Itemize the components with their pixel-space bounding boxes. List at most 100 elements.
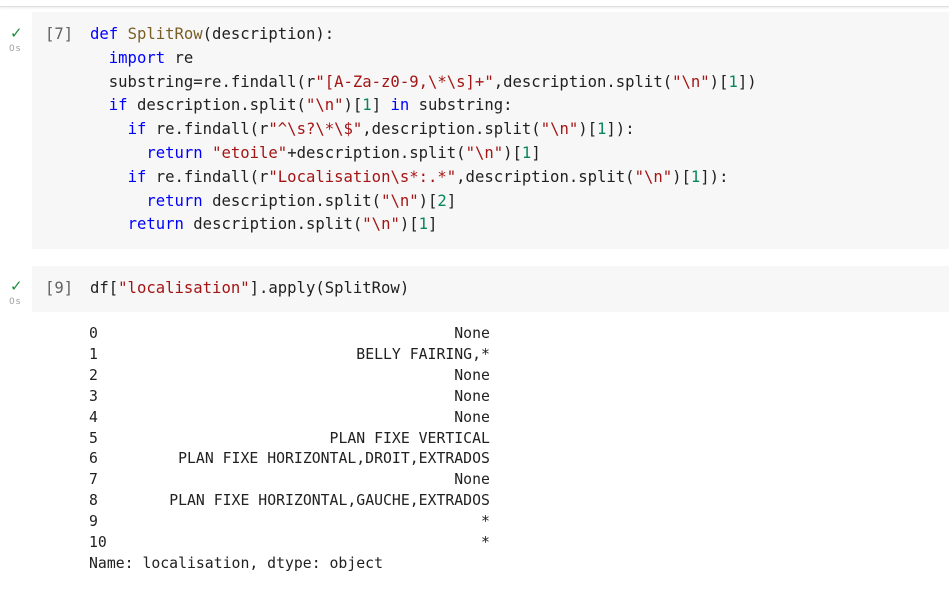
code-token: 1 [728, 72, 738, 91]
output-row-value: * [480, 534, 490, 552]
code-token: substring: [409, 96, 513, 115]
code-token: )[ [343, 96, 363, 115]
code-token: "\n" [362, 215, 400, 234]
output-row-index: 2 [89, 366, 98, 384]
execution-count: [7] [45, 25, 74, 43]
output-row-value: * [481, 513, 490, 531]
output-row: 0 None [89, 325, 490, 342]
code-token: )[ [399, 215, 419, 234]
code-token: "\n" [305, 96, 344, 115]
output-row: 7 None [89, 471, 490, 488]
output-row-index: 3 [89, 387, 98, 405]
code-token: "etoile" [202, 143, 288, 162]
code-token: 1 [521, 143, 532, 162]
output-row: 5 PLAN FIXE VERTICAL [89, 430, 490, 447]
output-row-index: 5 [89, 429, 98, 447]
cell-gutter: ✓ 0s [0, 266, 32, 312]
code-token: +description.split( [287, 143, 466, 162]
code-token: return [127, 215, 184, 234]
code-token: substring=re.findall(r [108, 72, 316, 91]
code-token: in [390, 96, 410, 115]
code-token: return [146, 143, 203, 162]
code-token: (description): [202, 25, 335, 43]
code-token: def [90, 25, 119, 43]
code-token: df[ [90, 279, 119, 297]
code-token: "^\s?\*\$" [268, 120, 363, 139]
code-token: )[ [418, 191, 438, 210]
output-row: 10 * [89, 534, 490, 551]
code-token: ,description.split( [456, 167, 635, 186]
code-token: re.findall(r [146, 120, 269, 139]
code-token: description.split( [127, 96, 306, 115]
output-row-index: 6 [89, 450, 98, 468]
output-row-index: 10 [89, 534, 107, 552]
code-token: SplitRow [127, 25, 203, 43]
execution-count: [9] [45, 279, 74, 297]
output-row: 6 PLAN FIXE HORIZONTAL,DROIT,EXTRADOS [89, 450, 490, 467]
success-check-icon: ✓ [10, 277, 23, 295]
code-token: if [127, 120, 147, 139]
code-token: )[ [672, 167, 691, 186]
code-token: )[ [578, 120, 598, 139]
output-footer: Name: localisation, dtype: object [89, 554, 383, 572]
code-editor[interactable]: def SplitRow(description): import re sub… [90, 23, 757, 237]
code-token: import [108, 48, 166, 67]
code-token: ] [446, 191, 457, 210]
output-row-index: 4 [89, 408, 98, 426]
code-token: "\n" [634, 167, 673, 186]
code-token: ,description.split( [362, 120, 541, 139]
output-row-index: 9 [89, 513, 98, 531]
output-row: 3 None [89, 388, 490, 405]
output-row: 1 BELLY FAIRING,* [89, 346, 490, 363]
code-token: )[ [503, 143, 522, 162]
output-row: 4 None [89, 409, 490, 426]
code-token: 1 [597, 120, 607, 139]
output-row: 9 * [89, 513, 490, 530]
code-token: "\n" [540, 120, 579, 139]
code-token: "[A-Za-z0-9,\*\s]+" [315, 72, 494, 91]
code-token: if [127, 167, 147, 186]
code-token: ]) [737, 72, 757, 91]
previous-cell-edge [0, 0, 949, 7]
code-token: ] [531, 143, 541, 162]
output-row-value: BELLY FAIRING,* [356, 345, 490, 363]
code-token: re [174, 48, 194, 67]
output-row-value: None [454, 408, 490, 426]
code-token: 1 [690, 167, 701, 186]
code-token: "Localisation\s*:.*" [268, 167, 457, 186]
code-token: description.split( [202, 191, 382, 210]
code-token: re.findall(r [146, 167, 269, 186]
cell-output: 0 None 1 BELLY FAIRING,* 2 None 3 None 4 [89, 324, 490, 575]
output-row-value: None [454, 387, 490, 405]
output-row-value: None [454, 471, 490, 489]
cell-gutter: ✓ 0s [0, 12, 32, 249]
code-token: 2 [437, 191, 447, 210]
code-editor[interactable]: df["localisation"].apply(SplitRow) [90, 277, 409, 301]
code-token: ]): [606, 120, 635, 139]
code-token: "\n" [672, 72, 710, 91]
code-token: 1 [418, 215, 429, 234]
code-token: "\n" [381, 191, 419, 210]
code-token: if [108, 96, 128, 115]
code-token: 1 [362, 96, 372, 115]
code-token: ] [371, 96, 391, 115]
code-token: return [146, 191, 203, 210]
output-row-value: PLAN FIXE HORIZONTAL,DROIT,EXTRADOS [178, 450, 490, 468]
execution-time: 0s [9, 44, 22, 54]
code-token: ] [428, 215, 438, 234]
output-row: 2 None [89, 367, 490, 384]
output-row-value: None [454, 325, 490, 342]
success-check-icon: ✓ [10, 24, 23, 42]
output-row-value: None [454, 366, 490, 384]
code-token: ]): [700, 167, 729, 186]
output-row-index: 7 [89, 471, 98, 489]
output-row-value: PLAN FIXE HORIZONTAL,GAUCHE,EXTRADOS [169, 492, 490, 510]
code-token: ].apply(SplitRow) [249, 279, 410, 297]
output-row-value: PLAN FIXE VERTICAL [329, 429, 490, 447]
execution-time: 0s [9, 297, 22, 307]
output-row-index: 1 [89, 345, 98, 363]
code-token: ,description.split( [493, 72, 673, 91]
output-row: 8 PLAN FIXE HORIZONTAL,GAUCHE,EXTRADOS [89, 492, 490, 509]
output-row-index: 0 [89, 325, 98, 342]
code-token: )[ [709, 72, 729, 91]
